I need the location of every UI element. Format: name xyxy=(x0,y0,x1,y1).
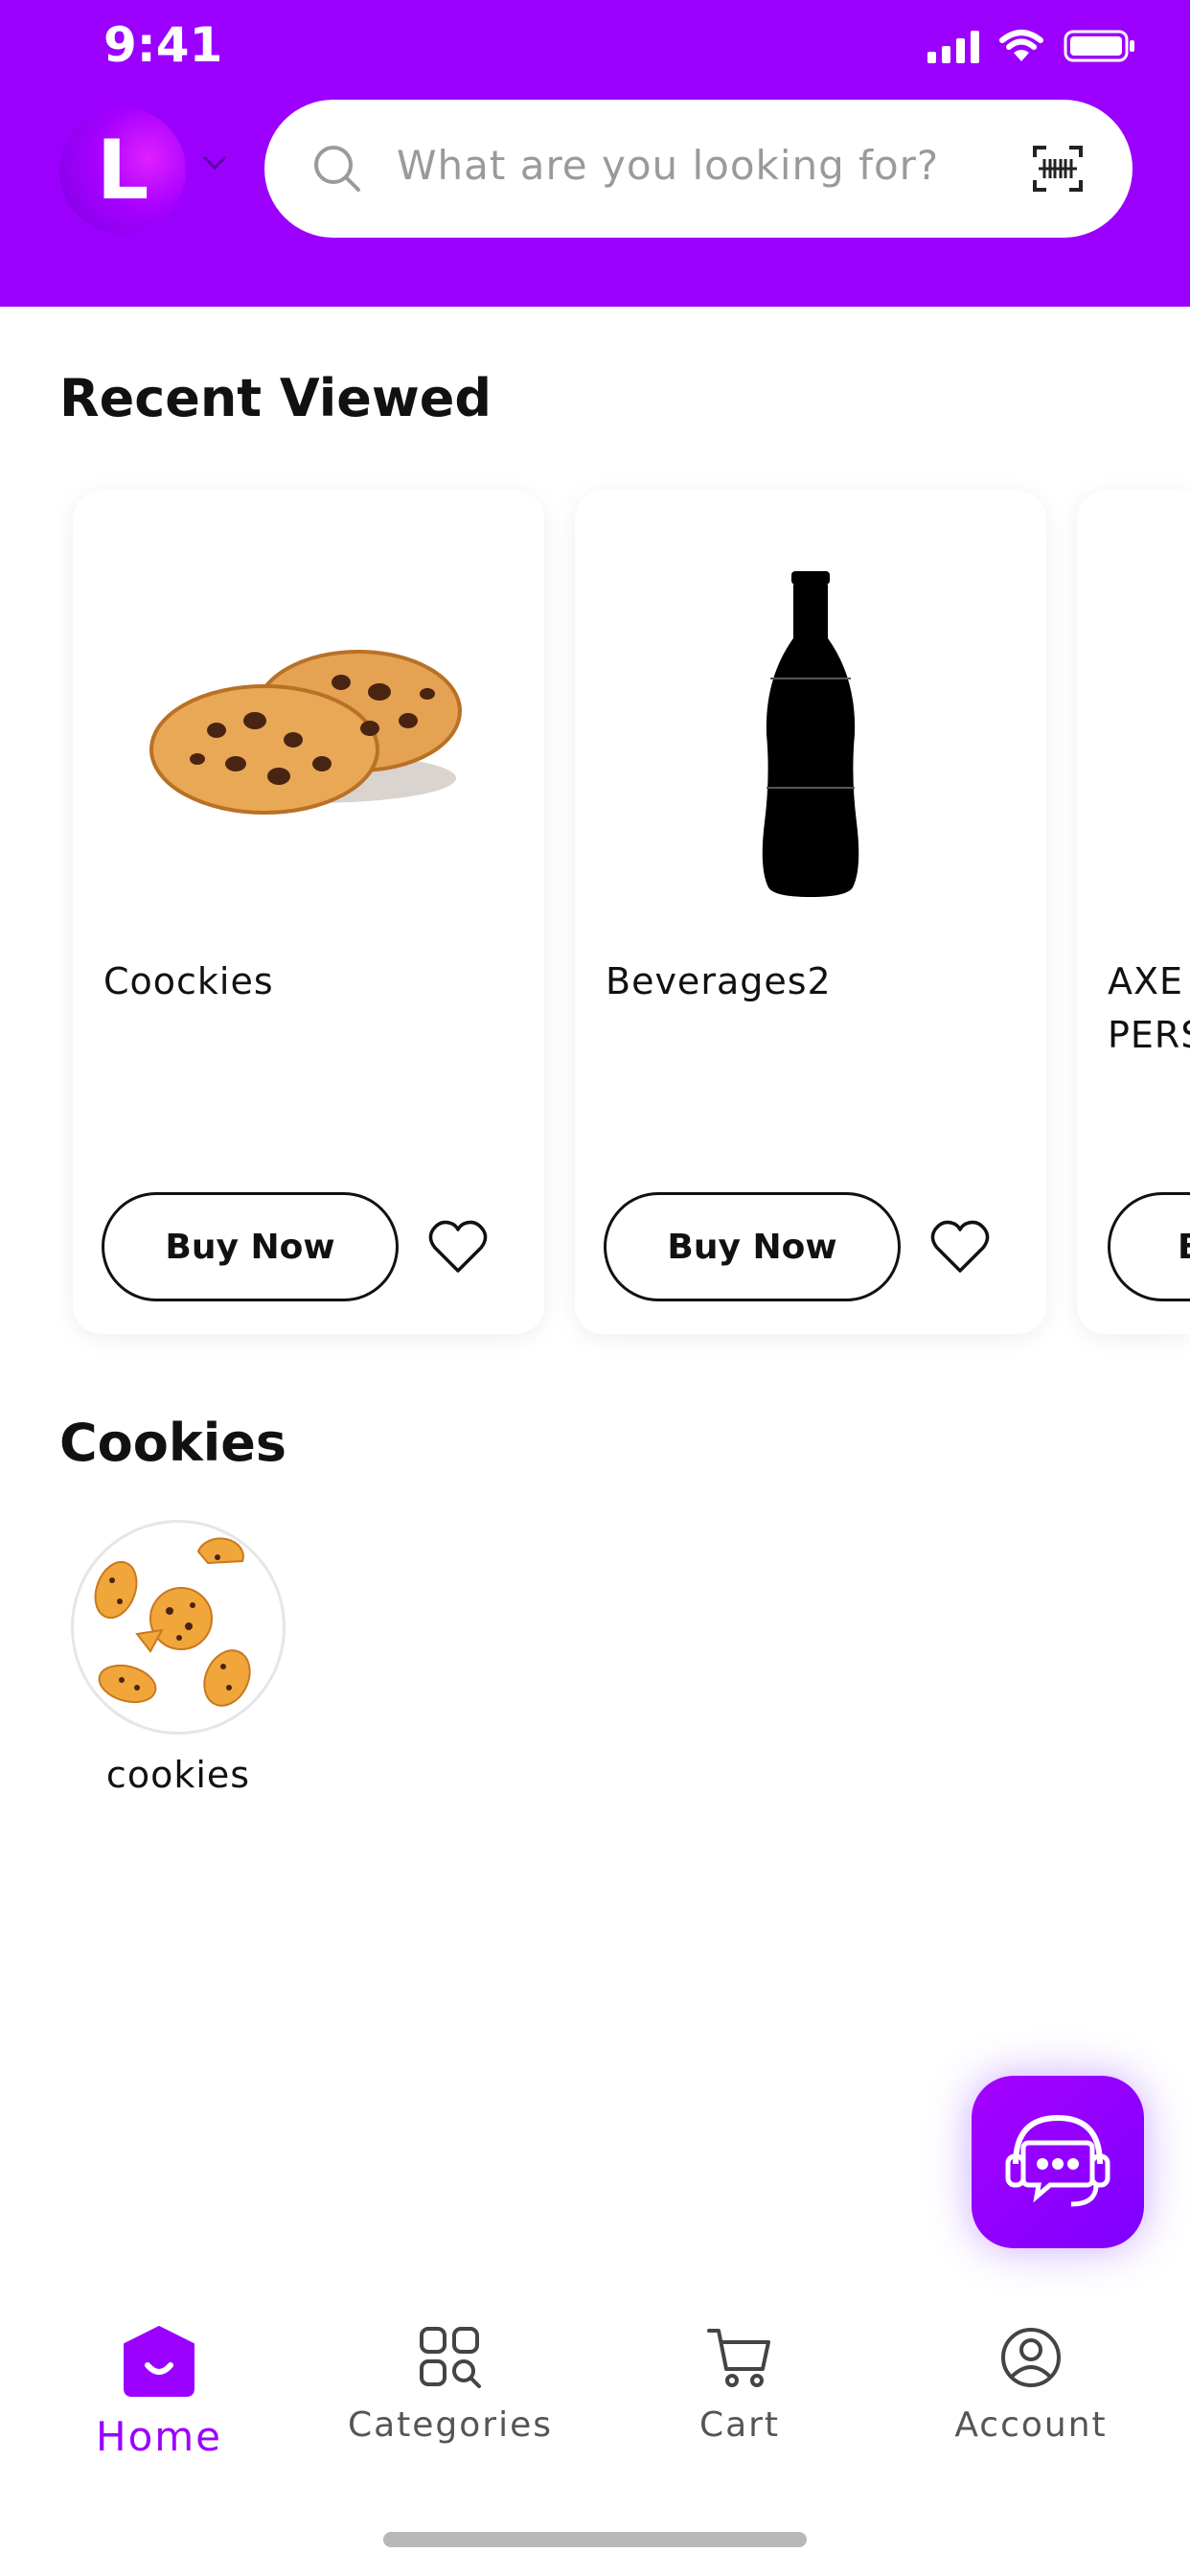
status-icons xyxy=(927,25,1136,67)
heart-icon[interactable] xyxy=(427,1219,489,1275)
tab-cart[interactable]: Cart xyxy=(596,2325,883,2445)
cookies-image xyxy=(94,1537,251,1707)
home-icon xyxy=(124,2326,195,2397)
app-header: 9:41 L What are you looking for? xyxy=(0,0,1190,307)
avatar[interactable]: L xyxy=(59,107,186,234)
cart-icon xyxy=(707,2329,770,2387)
search-bar[interactable]: What are you looking for? xyxy=(264,100,1133,238)
support-chat-button[interactable] xyxy=(972,2076,1144,2248)
buy-now-button[interactable]: Buy Now xyxy=(102,1192,399,1301)
product-card[interactable]: Beverages2 Buy Now xyxy=(575,491,1046,1334)
account-icon xyxy=(1001,2328,1061,2387)
buy-now-button[interactable]: B xyxy=(1108,1192,1190,1301)
signal-icon xyxy=(927,29,979,63)
search-icon xyxy=(314,146,360,192)
cookies-section-title: Cookies xyxy=(59,1413,287,1473)
avatar-letter: L xyxy=(96,123,149,218)
status-time: 9:41 xyxy=(103,17,223,73)
category-cookies-image[interactable] xyxy=(71,1520,286,1735)
tab-label: Home xyxy=(95,2413,223,2460)
battery-icon xyxy=(1064,30,1134,62)
heart-icon[interactable] xyxy=(929,1219,991,1275)
buy-now-button[interactable]: Buy Now xyxy=(604,1192,901,1301)
cookie-image xyxy=(149,650,462,815)
bottle-image xyxy=(762,571,859,897)
product-card[interactable]: AXE A PERS B xyxy=(1077,491,1190,1334)
tab-account[interactable]: Account xyxy=(887,2325,1175,2445)
wifi-icon xyxy=(999,30,1043,61)
chevron-down-icon[interactable] xyxy=(201,153,228,172)
support-headset-icon xyxy=(1005,2114,1110,2207)
tab-categories[interactable]: Categories xyxy=(307,2325,594,2445)
search-input[interactable]: What are you looking for? xyxy=(397,142,939,189)
product-name[interactable]: Coockies xyxy=(103,954,274,1008)
tab-home[interactable]: Home xyxy=(15,2325,303,2460)
product-name[interactable]: AXE A PERS xyxy=(1108,954,1190,1062)
product-name[interactable]: Beverages2 xyxy=(606,954,832,1008)
tab-label: Account xyxy=(954,2405,1108,2445)
tab-label: Cart xyxy=(698,2405,781,2445)
barcode-scan-icon[interactable] xyxy=(1031,142,1085,196)
recent-viewed-title: Recent Viewed xyxy=(59,368,492,428)
categories-icon xyxy=(420,2327,481,2388)
category-label[interactable]: cookies xyxy=(71,1754,286,1796)
home-indicator xyxy=(383,2532,807,2547)
tab-label: Categories xyxy=(347,2405,554,2445)
product-card[interactable]: Coockies Buy Now xyxy=(73,491,544,1334)
